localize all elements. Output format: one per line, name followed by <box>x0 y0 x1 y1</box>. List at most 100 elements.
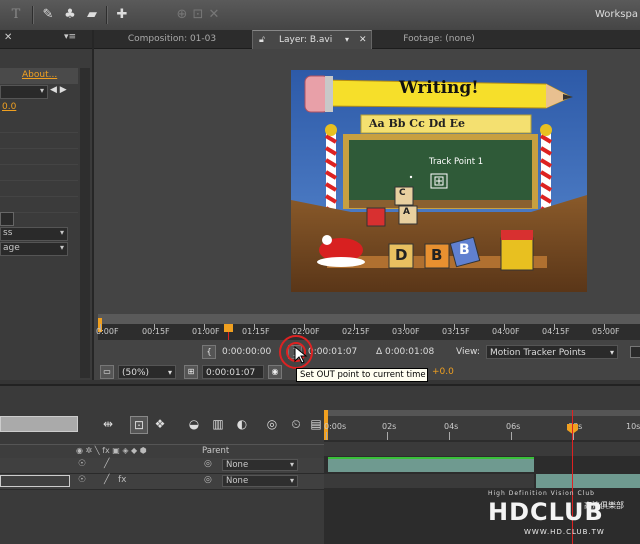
brainstorm-icon[interactable]: ◎ <box>264 416 280 432</box>
comp-mini-flowchart-icon[interactable]: ⇹ <box>100 416 116 432</box>
render-checkbox[interactable] <box>630 346 640 358</box>
layer-row[interactable]: ☉ ╱ ◎ None ▾ <box>0 458 324 474</box>
graph-editor-icon[interactable]: ▤ <box>308 416 324 432</box>
motion-blur-icon[interactable]: ◐ <box>234 416 250 432</box>
ruler-label: 01:15F <box>242 327 270 336</box>
shy-icon[interactable]: ☉ <box>78 475 86 485</box>
panel-menu-icon[interactable]: ▾≡ <box>64 32 76 42</box>
text-tool-icon[interactable]: T <box>8 7 24 23</box>
auto-keyframe-icon[interactable]: ⏲ <box>288 416 304 432</box>
shy-icon[interactable]: ☉ <box>78 459 86 469</box>
layer-controls-row: { 0:00:00:00 } 0:00:01:07 Δ 0:00:01:08 V… <box>98 342 640 364</box>
ruler-label: 03:15F <box>442 327 470 336</box>
chevron-down-icon: ▾ <box>59 243 64 252</box>
playhead-marker[interactable] <box>224 324 233 332</box>
timeline-ruler[interactable]: 0:00s 02s 04s 06s 08s 10s <box>324 410 640 440</box>
chevron-down-icon: ▾ <box>39 86 44 95</box>
lock-icon[interactable]: 🔓︎ <box>259 31 265 49</box>
block-letter: B <box>459 242 470 258</box>
layer-row[interactable]: ☉ ╱ fx ◎ None ▾ <box>0 474 324 490</box>
tab-label: Layer: B.avi <box>279 35 333 45</box>
mode-dropdown[interactable]: ss ▾ <box>0 227 68 241</box>
ruler-label: 02:15F <box>342 327 370 336</box>
snapping-icon[interactable]: ⊡ <box>190 7 206 23</box>
switches-icon: ◉ ✲ ╲ fx ▣ ◈ ◆ ⬢ <box>76 446 147 455</box>
close-icon[interactable]: ✕ <box>206 7 222 23</box>
track-row <box>324 442 640 456</box>
close-icon[interactable]: ✕ <box>359 31 367 49</box>
set-in-point-icon[interactable]: { <box>202 345 216 359</box>
param-row <box>0 116 78 133</box>
dropdown-value: ss <box>3 228 13 238</box>
in-point-time[interactable]: 0:00:00:00 <box>222 345 271 359</box>
parent-column-header: Parent <box>202 446 230 456</box>
tab-label: Footage: (none) <box>403 34 475 44</box>
region-of-interest-icon[interactable]: ⊞ <box>184 365 198 379</box>
param-row <box>0 148 78 165</box>
parent-dropdown[interactable]: None ▾ <box>222 459 298 471</box>
param-row <box>0 132 78 149</box>
logo-tagline: High Definition Vision Club <box>488 490 595 497</box>
block-letter: A <box>403 207 410 217</box>
pen-tool-icon[interactable]: ✎ <box>40 7 56 23</box>
scrollbar[interactable] <box>80 68 90 378</box>
timeline-search-input[interactable] <box>0 416 78 432</box>
parent-dropdown[interactable]: None ▾ <box>222 475 298 487</box>
block-letter: B <box>431 246 443 264</box>
puppet-pin-icon[interactable]: ✚ <box>114 7 130 23</box>
timeline-ruler-label: 04s <box>444 422 459 431</box>
track-point-label[interactable]: Track Point 1 <box>429 157 483 167</box>
ruler-label: 00:15F <box>142 327 170 336</box>
workspace-label[interactable]: Workspa <box>595 9 638 20</box>
frame-blending-icon[interactable]: ▥ <box>210 416 226 432</box>
chevron-down-icon[interactable]: ▾ <box>345 31 349 49</box>
about-link[interactable]: About... <box>22 70 57 80</box>
current-time-field[interactable]: 0:00:01:07 <box>202 365 264 379</box>
ruler-label: 03:00F <box>392 327 420 336</box>
live-update-icon[interactable]: ⊡ <box>130 416 148 434</box>
step-arrows-icon[interactable]: ◀ ▶ <box>50 85 67 95</box>
preset-dropdown[interactable]: ▾ <box>0 85 48 99</box>
clone-stamp-icon[interactable]: ♣ <box>62 7 78 23</box>
tab-layer[interactable]: 🔓︎ Layer: B.avi ▾ ✕ <box>252 30 372 49</box>
axis-icon[interactable]: ⊕ <box>174 7 190 23</box>
work-area-bar[interactable] <box>98 314 640 324</box>
quality-icon[interactable]: ╱ <box>104 475 109 485</box>
block-letter: C <box>399 188 406 198</box>
quality-icon[interactable]: ╱ <box>104 459 109 469</box>
viewer-tabs: Composition: 01-03 🔓︎ Layer: B.avi ▾ ✕ F… <box>94 30 640 49</box>
tab-footage[interactable]: Footage: (none) <box>374 30 504 48</box>
main-toolbar: T ✎ ♣ ▰ ✚ ⊕ ⊡ ✕ Workspa <box>0 0 640 31</box>
close-icon[interactable]: ✕ <box>4 32 12 43</box>
layer-time-ruler[interactable]: 0:00F 00:15F 01:00F 01:15F 02:00F 02:15F… <box>96 314 640 340</box>
checkbox[interactable] <box>0 212 14 226</box>
exposure-value[interactable]: +0.0 <box>432 365 454 379</box>
dropdown-value: age <box>3 243 20 253</box>
zoom-dropdown[interactable]: (50%) ▾ <box>118 365 176 379</box>
param-value[interactable]: 0.0 <box>2 102 16 112</box>
toolbar-divider <box>106 6 108 24</box>
frame-alphabet: Aa Bb Cc Dd Ee <box>369 117 466 130</box>
image-dropdown[interactable]: age ▾ <box>0 242 68 256</box>
chevron-down-icon: ▾ <box>289 460 294 469</box>
eraser-icon[interactable]: ▰ <box>84 7 100 23</box>
tooltip: Set OUT point to current time <box>296 368 428 382</box>
hide-shy-layers-icon[interactable]: ◒ <box>186 416 202 432</box>
timeline-ruler-label: 0:00s <box>324 422 347 431</box>
chevron-down-icon: ▾ <box>167 368 172 377</box>
ruler-label: 04:15F <box>542 327 570 336</box>
view-dropdown[interactable]: Motion Tracker Points ▾ <box>486 345 618 359</box>
layer-duration-bar[interactable] <box>328 458 534 472</box>
dropdown-value: (50%) <box>122 368 150 378</box>
work-area-bar[interactable] <box>324 410 640 416</box>
pick-whip-icon[interactable]: ◎ <box>204 475 212 485</box>
pick-whip-icon[interactable]: ◎ <box>204 459 212 469</box>
effects-icon[interactable]: fx <box>118 475 127 485</box>
tab-composition[interactable]: Composition: 01-03 <box>94 30 250 48</box>
param-row <box>0 164 78 181</box>
always-preview-icon[interactable]: ▭ <box>100 365 114 379</box>
draft-3d-icon[interactable]: ❖ <box>152 416 168 432</box>
footage-frame[interactable]: Writing! Aa Bb Cc Dd Ee Track Point 1 C … <box>291 70 587 292</box>
dropdown-value: None <box>226 460 249 470</box>
layer-name-field[interactable] <box>0 475 70 487</box>
